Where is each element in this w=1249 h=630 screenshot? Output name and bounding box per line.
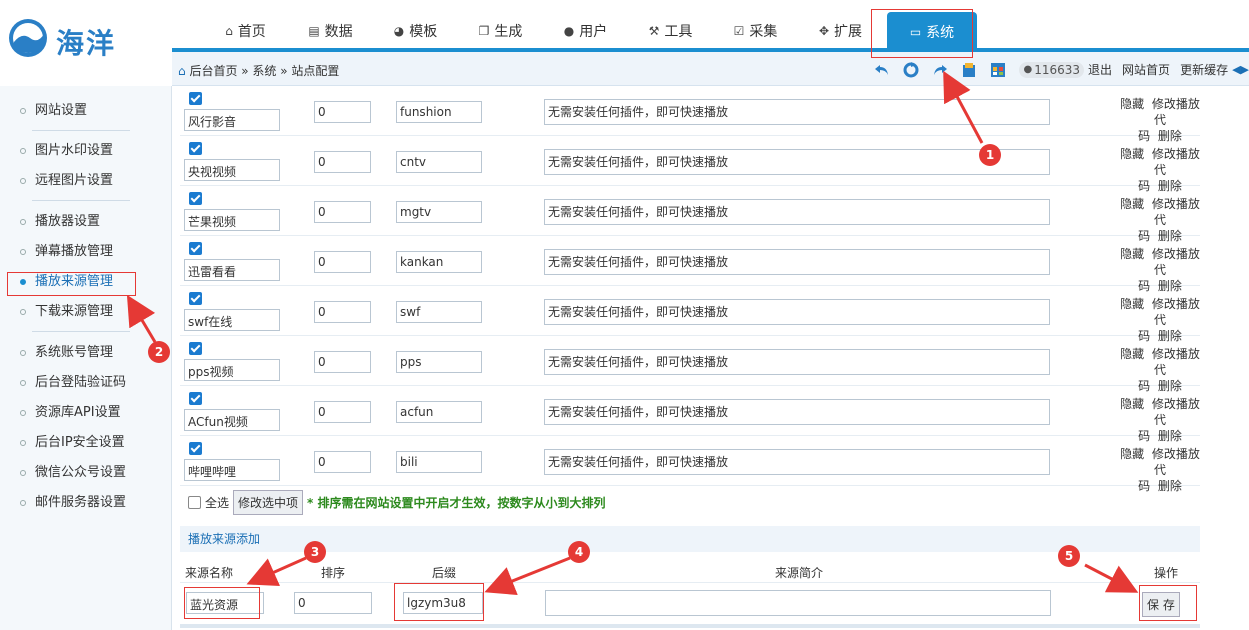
arrow-2 <box>126 294 157 343</box>
annotation-badge-3: 3 <box>304 541 326 563</box>
arrow-3 <box>246 556 307 586</box>
annotation-badge-5: 5 <box>1058 545 1080 567</box>
arrow-5 <box>1084 563 1139 593</box>
annotation-badge-2: 2 <box>148 341 170 363</box>
arrow-4 <box>484 556 571 596</box>
annotation-badge-1: 1 <box>979 144 1001 166</box>
annotation-badge-4: 4 <box>568 541 590 563</box>
admin-app: 海洋 ⌂ 首页 ▤ 数据 ◕ 模板 ❐ 生成 ● 用户 ⚒ 工具 ☑ 采集 ✥ 扩展 ▭ 系统 ⌂ 后台首页 » … <box>0 0 1249 630</box>
arrow-1 <box>943 70 984 144</box>
annotation-arrows <box>126 70 1139 596</box>
